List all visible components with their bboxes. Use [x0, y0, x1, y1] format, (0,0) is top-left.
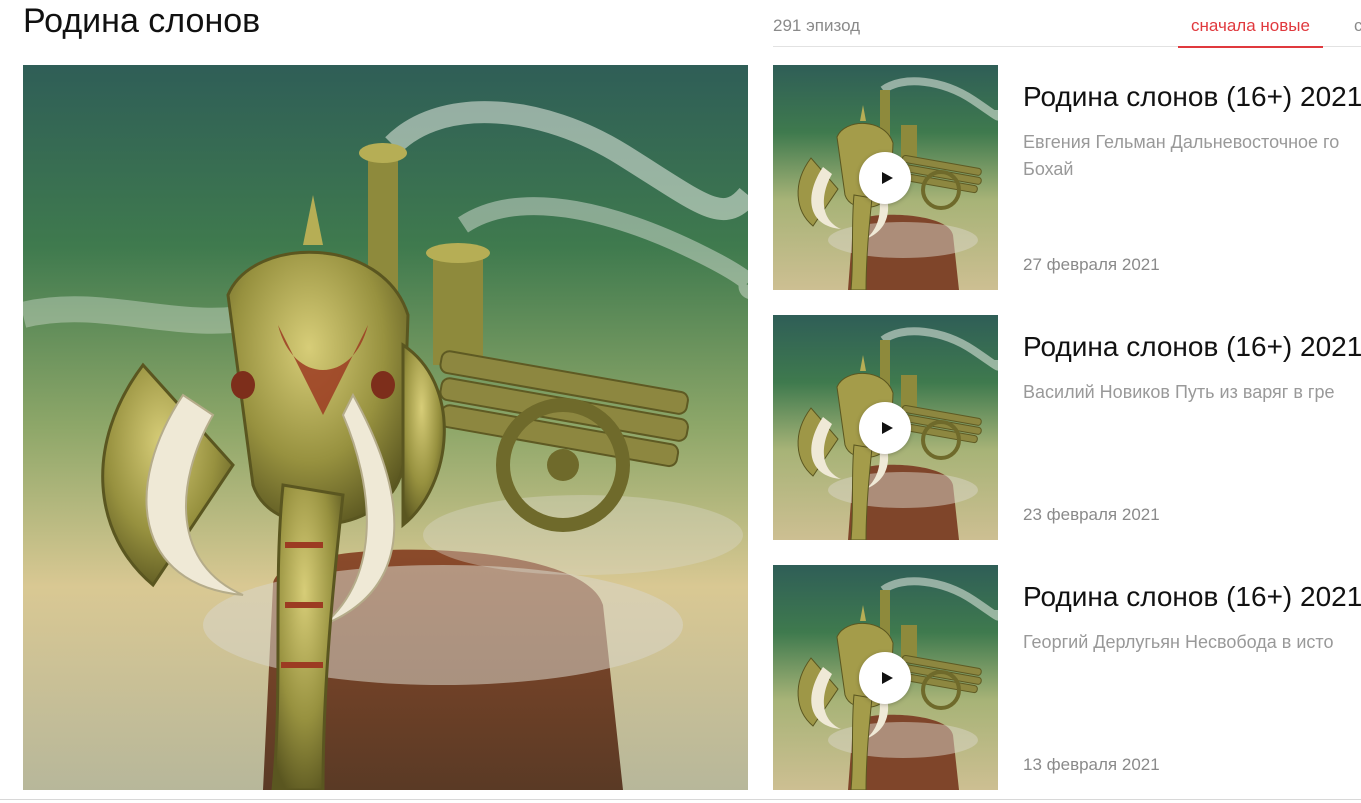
- episode-thumbnail[interactable]: [773, 565, 998, 790]
- play-icon: [881, 422, 893, 434]
- episode-description: Василий Новиков Путь из варяг в гре: [1023, 382, 1335, 402]
- episode-thumbnail[interactable]: [773, 315, 998, 540]
- episode-date: 13 февраля 2021: [1023, 755, 1160, 774]
- episode-count: 291 эпизод: [773, 16, 861, 35]
- episode-item[interactable]: Родина слонов (16+) 2021- Георгий Дерлуг…: [773, 565, 1361, 790]
- episode-date: 23 февраля 2021: [1023, 505, 1160, 524]
- episode-description: Георгий Дерлугьян Несвобода в исто: [1023, 632, 1334, 652]
- episode-thumbnail[interactable]: [773, 65, 998, 290]
- page-title: Родина слонов: [23, 2, 261, 40]
- episode-title[interactable]: Родина слонов (16+) 2021-: [1023, 581, 1361, 613]
- sort-newest-first-tab[interactable]: сначала новые: [1178, 8, 1323, 48]
- play-button[interactable]: [859, 152, 911, 204]
- episode-list-header: 291 эпизод сначала новые с: [773, 0, 1361, 48]
- episode-description: Евгения Гельман Дальневосточное го Бохай: [1023, 132, 1340, 179]
- sort-oldest-first-tab[interactable]: с: [1354, 16, 1361, 36]
- play-icon: [881, 672, 893, 684]
- podcast-cover-image: [23, 65, 748, 790]
- divider: [0, 799, 1361, 800]
- play-button[interactable]: [859, 652, 911, 704]
- episode-item[interactable]: Родина слонов (16+) 2021- Евгения Гельма…: [773, 65, 1361, 290]
- episode-title[interactable]: Родина слонов (16+) 2021-: [1023, 81, 1361, 113]
- episode-item[interactable]: Родина слонов (16+) 2021- Василий Новико…: [773, 315, 1361, 540]
- play-button[interactable]: [859, 402, 911, 454]
- play-icon: [881, 172, 893, 184]
- episode-date: 27 февраля 2021: [1023, 255, 1160, 274]
- episode-title[interactable]: Родина слонов (16+) 2021-: [1023, 331, 1361, 363]
